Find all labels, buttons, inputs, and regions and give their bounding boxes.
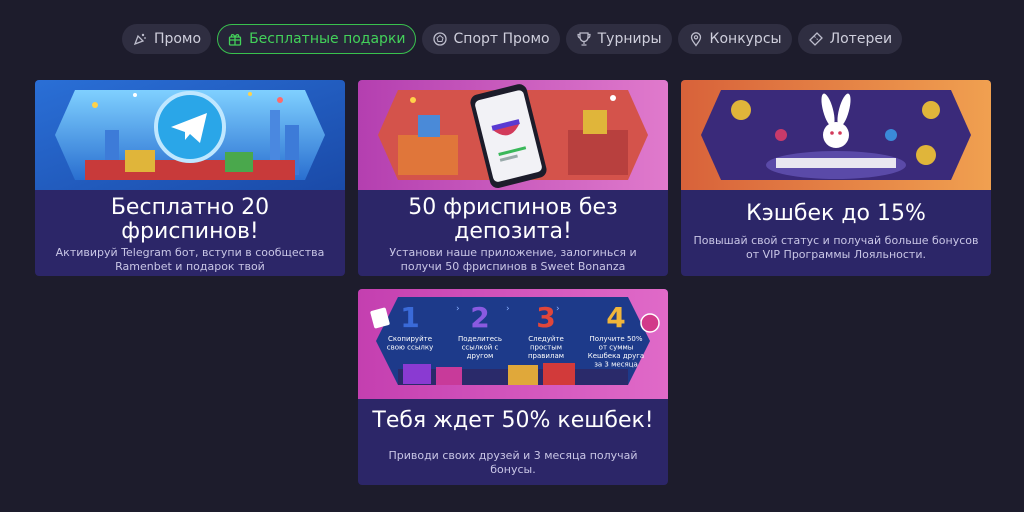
card-banner: › › › 1 Скопируйте свою ссылку 2 Поделитесь с… xyxy=(358,289,668,399)
card-description: Приводи своих друзей и 3 месяца получай … xyxy=(388,449,638,476)
promo-card-vip-cashback[interactable]: Кэшбек до 15% Повышай свой статус и полу… xyxy=(681,80,991,276)
tab-label: Конкурсы xyxy=(709,31,782,47)
step-text: Кешбека друга xyxy=(588,352,644,360)
step-text: свою ссылку xyxy=(387,344,433,352)
ticket-icon xyxy=(808,32,823,46)
promo-tabs: Промо Бесплатные подарки Спорт Промо Тур… xyxy=(0,24,1024,56)
step-text: от суммы xyxy=(599,344,634,352)
tab-tournaments[interactable]: Турниры xyxy=(565,24,672,54)
step-arrow: › xyxy=(556,304,560,314)
tab-sport-promo[interactable]: Спорт Промо xyxy=(421,24,560,54)
card-title: 50 фриспинов без депозита! xyxy=(408,195,618,244)
step-text: другом xyxy=(467,352,494,360)
card-description: Повышай свой статус и получай больше бон… xyxy=(693,234,979,261)
tab-promo[interactable]: Промо xyxy=(121,24,212,54)
step-text: ссылкой с xyxy=(462,344,499,352)
card-banner xyxy=(358,80,668,190)
card-banner xyxy=(681,80,991,190)
tab-label: Бесплатные подарки xyxy=(249,31,406,47)
tab-label: Спорт Промо xyxy=(453,31,550,47)
step-text: Скопируйте xyxy=(388,335,432,343)
card-body: Бесплатно 20 фриспинов! Активируй Telegr… xyxy=(35,190,345,276)
tab-label: Промо xyxy=(153,31,202,47)
gift-icon xyxy=(228,34,242,46)
card-title: Тебя ждет 50% кешбек! xyxy=(372,408,654,433)
step-number: 4 xyxy=(606,301,625,334)
tab-free-gifts[interactable]: Бесплатные подарки xyxy=(217,24,416,54)
app-banner-image xyxy=(358,80,668,190)
pin-icon xyxy=(690,32,701,47)
ball-icon xyxy=(432,32,447,46)
step-number: 1 xyxy=(400,301,419,334)
step-arrow: › xyxy=(506,304,510,314)
card-body: 50 фриспинов без депозита! Установи наше… xyxy=(358,190,668,276)
tab-label: Турниры xyxy=(597,31,662,47)
tab-label: Лотереи xyxy=(829,31,893,47)
promo-card-app[interactable]: 50 фриспинов без депозита! Установи наше… xyxy=(358,80,668,276)
card-banner xyxy=(35,80,345,190)
vip-banner-image xyxy=(681,80,991,190)
tab-lotteries[interactable]: Лотереи xyxy=(797,24,903,54)
confetti-icon xyxy=(133,33,146,46)
step-number: 3 xyxy=(536,301,555,334)
step-text: правилам xyxy=(528,352,564,360)
step-text: Получите 50% xyxy=(589,335,642,343)
card-description: Установи наше приложение, залогинься и п… xyxy=(389,246,637,273)
card-body: Кэшбек до 15% Повышай свой статус и полу… xyxy=(681,190,991,276)
step-text: Поделитесь xyxy=(458,335,502,343)
card-description: Активируй Telegram бот, вступи в сообщес… xyxy=(55,246,325,273)
step-text: Следуйте xyxy=(528,335,564,343)
step-arrow: › xyxy=(456,304,460,314)
step-text: за 3 месяца xyxy=(594,361,638,369)
tab-contests[interactable]: Конкурсы xyxy=(677,24,792,54)
step-number: 2 xyxy=(470,301,489,334)
referral-banner-image: › › › 1Скопируйтесвою ссылку 2Поделитесьс… xyxy=(358,289,668,399)
trophy-icon xyxy=(577,32,591,46)
card-title: Кэшбек до 15% xyxy=(746,201,926,226)
step-text: простым xyxy=(530,344,562,352)
promo-card-telegram[interactable]: Бесплатно 20 фриспинов! Активируй Telegr… xyxy=(35,80,345,276)
card-body: Тебя ждет 50% кешбек! Приводи своих друз… xyxy=(358,399,668,485)
card-title: Бесплатно 20 фриспинов! xyxy=(110,195,270,244)
telegram-banner-image xyxy=(35,80,345,190)
promo-card-referral[interactable]: › › › 1 Скопируйте свою ссылку 2 Поделитесь с… xyxy=(358,289,668,485)
